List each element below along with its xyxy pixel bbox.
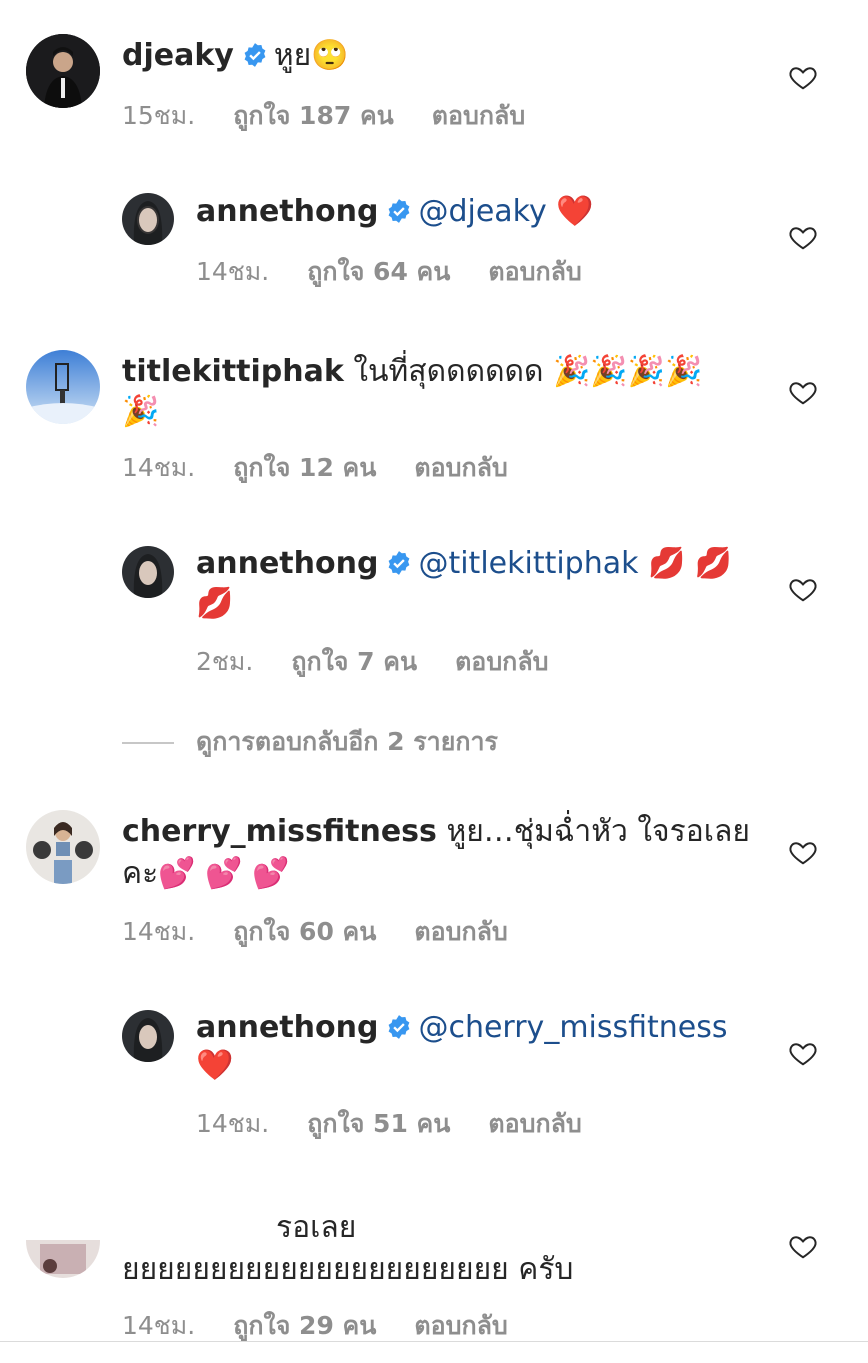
view-more-replies-label: ดูการตอบกลับอีก 2 รายการ: [196, 727, 498, 756]
comment-body-line2: ❤️: [196, 1044, 233, 1088]
like-heart-icon[interactable]: [788, 574, 818, 604]
timestamp: 14ชม.: [122, 917, 196, 946]
likes-count[interactable]: ถูกใจ 187 คน: [233, 101, 394, 130]
reply-button[interactable]: ตอบกลับ: [432, 101, 525, 130]
reply-button[interactable]: ตอบกลับ: [455, 647, 548, 676]
divider: [0, 1341, 868, 1342]
comment-meta: 14ชม. ถูกใจ 12 คน ตอบกลับ: [122, 448, 546, 488]
likes-count[interactable]: ถูกใจ 12 คน: [233, 453, 376, 482]
verified-badge-icon: [386, 1009, 412, 1053]
avatar[interactable]: [26, 34, 100, 108]
username[interactable]: cherry_missfitness: [122, 814, 437, 849]
username[interactable]: djeaky: [122, 38, 234, 73]
username[interactable]: annethong: [196, 546, 378, 581]
comment-text: คะ: [122, 856, 159, 891]
party-popper-emoji-icon: 🎉🎉🎉🎉: [553, 354, 703, 389]
avatar[interactable]: [26, 350, 100, 424]
two-hearts-emoji-icon: 💕 💕 💕: [158, 856, 290, 891]
comment-body: annethong @titlekittiphak 💋 💋: [196, 542, 732, 589]
likes-count[interactable]: ถูกใจ 51 คน: [307, 1109, 450, 1138]
like-heart-icon[interactable]: [788, 837, 818, 867]
likes-count[interactable]: ถูกใจ 29 คน: [233, 1311, 376, 1340]
mention-link[interactable]: @cherry_missfitness: [418, 1010, 727, 1045]
username[interactable]: annethong: [196, 1010, 378, 1045]
reply-button[interactable]: ตอบกลับ: [488, 257, 581, 286]
comment-body: annethong @djeaky ❤️: [196, 190, 594, 237]
kiss-mark-emoji-icon: 💋 💋: [648, 546, 733, 581]
comment-meta: 2ชม. ถูกใจ 7 คน ตอบกลับ: [196, 642, 587, 682]
username[interactable]: titlekittiphak: [122, 354, 344, 389]
timestamp: 14ชม.: [122, 1311, 196, 1340]
verified-badge-icon: [386, 193, 412, 237]
avatar[interactable]: [122, 546, 174, 598]
reply-button[interactable]: ตอบกลับ: [414, 917, 507, 946]
comment-body: annethong @cherry_missfitness: [196, 1006, 728, 1053]
comment-text: รอเลย: [276, 1210, 357, 1245]
comment-text: หูย: [273, 38, 312, 73]
timestamp: 15ชม.: [122, 101, 196, 130]
like-heart-icon[interactable]: [788, 1038, 818, 1068]
reply-button[interactable]: ตอบกลับ: [414, 1311, 507, 1340]
verified-badge-icon: [242, 37, 268, 81]
eye-roll-emoji-icon: 🙄: [311, 38, 349, 73]
likes-count[interactable]: ถูกใจ 7 คน: [291, 647, 417, 676]
comment-body-line2: คะ💕 💕 💕: [122, 852, 289, 896]
avatar[interactable]: [122, 1010, 174, 1062]
comment-meta: 14ชม. ถูกใจ 29 คน ตอบกลับ: [122, 1306, 546, 1346]
comment-body: djeaky หูย🙄: [122, 34, 349, 81]
timestamp: 14ชม.: [196, 257, 270, 286]
avatar[interactable]: [122, 193, 174, 245]
comment-body: titlekittiphak ในที่สุดดดดดด 🎉🎉🎉🎉: [122, 350, 702, 394]
comment-text: ยยยยยยยยยยยยยยยยยยยยยย ครับ: [122, 1252, 574, 1287]
party-popper-emoji-icon: 🎉: [122, 394, 160, 429]
comment-body: รอเลย: [276, 1206, 356, 1250]
like-heart-icon[interactable]: [788, 377, 818, 407]
timestamp: 14ชม.: [122, 453, 196, 482]
comment-body-line2: ยยยยยยยยยยยยยยยยยยยยยย ครับ: [122, 1248, 573, 1292]
comment-body-line2: 💋: [196, 582, 233, 626]
reply-button[interactable]: ตอบกลับ: [488, 1109, 581, 1138]
like-heart-icon[interactable]: [788, 222, 818, 252]
avatar[interactable]: [26, 1240, 100, 1278]
username[interactable]: annethong: [196, 194, 378, 229]
likes-count[interactable]: ถูกใจ 60 คน: [233, 917, 376, 946]
divider: [122, 742, 174, 744]
likes-count[interactable]: ถูกใจ 64 คน: [307, 257, 450, 286]
like-heart-icon[interactable]: [788, 62, 818, 92]
red-heart-emoji-icon: ❤️: [196, 1048, 234, 1083]
comment-meta: 14ชม. ถูกใจ 51 คน ตอบกลับ: [196, 1104, 620, 1144]
verified-badge-icon: [386, 545, 412, 589]
timestamp: 2ชม.: [196, 647, 254, 676]
mention-link[interactable]: @titlekittiphak: [418, 546, 638, 581]
timestamp: 14ชม.: [196, 1109, 270, 1138]
like-heart-icon[interactable]: [788, 1231, 818, 1261]
mention-link[interactable]: @djeaky: [418, 194, 546, 229]
comment-body-line2: 🎉: [122, 390, 159, 434]
comment-text: หูย…ชุ่มฉ่ำหัว ใจรอเลย: [446, 814, 750, 849]
reply-button[interactable]: ตอบกลับ: [414, 453, 507, 482]
comment-text: ในที่สุดดดดดด: [353, 354, 544, 389]
comment-meta: 15ชม. ถูกใจ 187 คน ตอบกลับ: [122, 96, 563, 136]
comment-meta: 14ชม. ถูกใจ 60 คน ตอบกลับ: [122, 912, 546, 952]
red-heart-emoji-icon: ❤️: [556, 194, 594, 229]
avatar[interactable]: [26, 810, 100, 884]
comment-body: cherry_missfitness หูย…ชุ่มฉ่ำหัว ใจรอเล…: [122, 810, 750, 854]
comment-meta: 14ชม. ถูกใจ 64 คน ตอบกลับ: [196, 252, 620, 292]
kiss-mark-emoji-icon: 💋: [196, 586, 234, 621]
view-more-replies-button[interactable]: ดูการตอบกลับอีก 2 รายการ: [122, 722, 498, 762]
